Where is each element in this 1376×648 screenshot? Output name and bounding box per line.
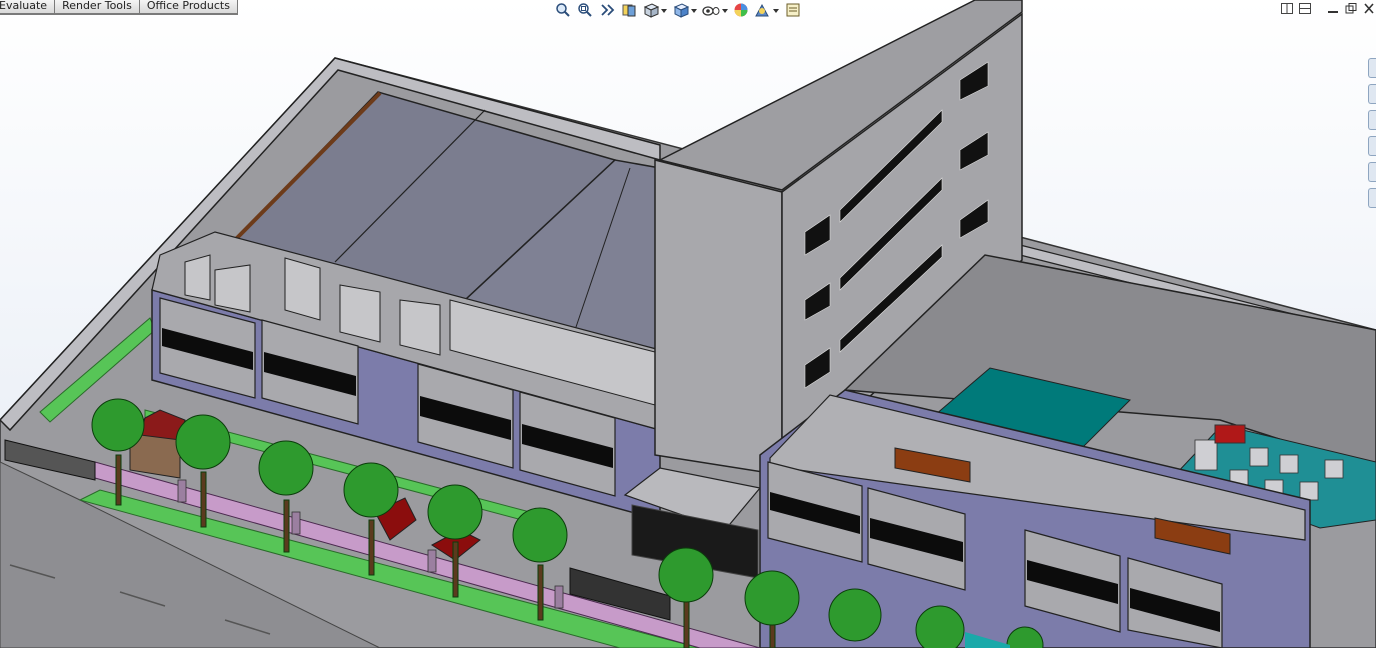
red-furniture — [1214, 424, 1246, 444]
building-model[interactable] — [0, 0, 1376, 648]
tile-horizontal-icon[interactable] — [1280, 2, 1294, 15]
tab-office-products[interactable]: Office Products — [139, 0, 238, 14]
task-pane-tab[interactable] — [1368, 110, 1376, 130]
viewport-controls — [1280, 2, 1312, 18]
command-manager-tabs: Evaluate Render Tools Office Products — [0, 0, 238, 15]
restore-icon[interactable] — [1344, 2, 1358, 15]
zoom-to-fit-icon[interactable] — [553, 1, 573, 19]
zoom-to-area-icon[interactable] — [575, 1, 595, 19]
tab-render-tools[interactable]: Render Tools — [55, 0, 140, 14]
minimize-icon[interactable] — [1326, 2, 1340, 15]
view-settings-icon[interactable] — [783, 1, 803, 19]
task-pane-tab[interactable] — [1368, 58, 1376, 78]
edit-appearance-icon[interactable] — [731, 1, 751, 19]
hide-show-items-icon[interactable] — [701, 1, 729, 19]
apply-scene-icon[interactable] — [753, 1, 781, 19]
graphics-area[interactable]: Evaluate Render Tools Office Products — [0, 0, 1376, 648]
view-orientation-icon[interactable] — [641, 1, 669, 19]
tower-front — [654, 159, 783, 476]
previous-view-icon[interactable] — [597, 1, 617, 19]
task-pane-tabs — [1368, 58, 1376, 208]
task-pane-tab[interactable] — [1368, 136, 1376, 156]
section-view-icon[interactable] — [619, 1, 639, 19]
heads-up-view-toolbar — [553, 0, 803, 20]
tile-vertical-icon[interactable] — [1298, 2, 1312, 15]
close-icon[interactable] — [1362, 2, 1376, 15]
task-pane-tab[interactable] — [1368, 162, 1376, 182]
window-controls — [1326, 2, 1376, 18]
display-style-icon[interactable] — [671, 1, 699, 19]
tab-evaluate[interactable]: Evaluate — [0, 0, 56, 14]
task-pane-tab[interactable] — [1368, 188, 1376, 208]
task-pane-tab[interactable] — [1368, 84, 1376, 104]
